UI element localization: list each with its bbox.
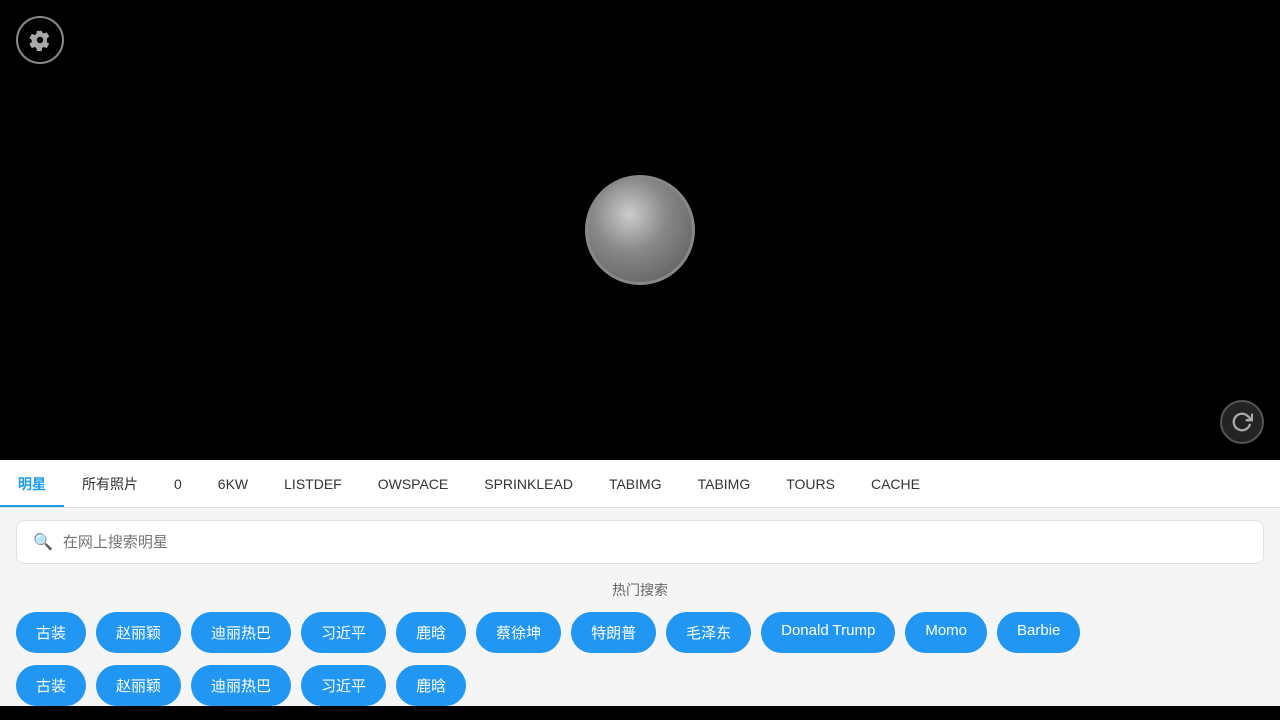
bottom-tag-3[interactable]: 习近平 (301, 665, 386, 706)
tag-maozedong[interactable]: 毛泽东 (666, 612, 751, 653)
search-bar: 🔍 (16, 520, 1264, 564)
tab-owspace[interactable]: OWSPACE (360, 460, 467, 507)
tab-tabimg-1[interactable]: TABIMG (591, 460, 680, 507)
tab-listdef[interactable]: LISTDEF (266, 460, 360, 507)
video-area (0, 0, 1280, 460)
loading-spinner (585, 175, 695, 285)
bottom-tag-4[interactable]: 鹿晗 (396, 665, 466, 706)
tab-0[interactable]: 0 (156, 460, 200, 507)
hot-tags-container: 古装 赵丽颖 迪丽热巴 习近平 鹿晗 蔡徐坤 特朗普 毛泽东 Donald Tr… (16, 612, 1264, 653)
bottom-tag-0[interactable]: 古装 (16, 665, 86, 706)
tag-xijinping[interactable]: 习近平 (301, 612, 386, 653)
gear-icon (29, 29, 51, 51)
refresh-icon (1231, 411, 1253, 433)
bottom-tag-1[interactable]: 赵丽颖 (96, 665, 181, 706)
tag-guzhuang[interactable]: 古装 (16, 612, 86, 653)
tab-bar: 明星 所有照片 0 6KW LISTDEF OWSPACE SPRINKLEAD… (0, 460, 1280, 508)
tab-tabimg-2[interactable]: TABIMG (680, 460, 769, 507)
bottom-tags-row: 古装 赵丽颖 迪丽热巴 习近平 鹿晗 (0, 665, 1280, 706)
tag-telangpu[interactable]: 特朗普 (571, 612, 656, 653)
tag-donald-trump[interactable]: Donald Trump (761, 612, 895, 653)
settings-button[interactable] (16, 16, 64, 64)
tag-luhan[interactable]: 鹿晗 (396, 612, 466, 653)
hot-search-area: 热门搜索 古装 赵丽颖 迪丽热巴 习近平 鹿晗 蔡徐坤 特朗普 毛泽东 Dona… (0, 572, 1280, 665)
search-area: 🔍 (0, 508, 1280, 572)
search-input[interactable] (63, 534, 1247, 551)
tab-all-photos[interactable]: 所有照片 (64, 460, 156, 507)
hot-search-title: 热门搜索 (16, 580, 1264, 600)
tab-6kw[interactable]: 6KW (200, 460, 266, 507)
tab-tours[interactable]: TOURS (768, 460, 853, 507)
tab-mingxing[interactable]: 明星 (0, 460, 64, 507)
tag-zhaoliying[interactable]: 赵丽颖 (96, 612, 181, 653)
tag-barbie[interactable]: Barbie (997, 612, 1080, 653)
tag-dilireba[interactable]: 迪丽热巴 (191, 612, 291, 653)
search-icon: 🔍 (33, 532, 53, 552)
tag-caixukun[interactable]: 蔡徐坤 (476, 612, 561, 653)
tag-momo[interactable]: Momo (905, 612, 987, 653)
bottom-tag-2[interactable]: 迪丽热巴 (191, 665, 291, 706)
tab-cache[interactable]: CACHE (853, 460, 938, 507)
tab-sprinklead[interactable]: SPRINKLEAD (466, 460, 591, 507)
refresh-button[interactable] (1220, 400, 1264, 444)
